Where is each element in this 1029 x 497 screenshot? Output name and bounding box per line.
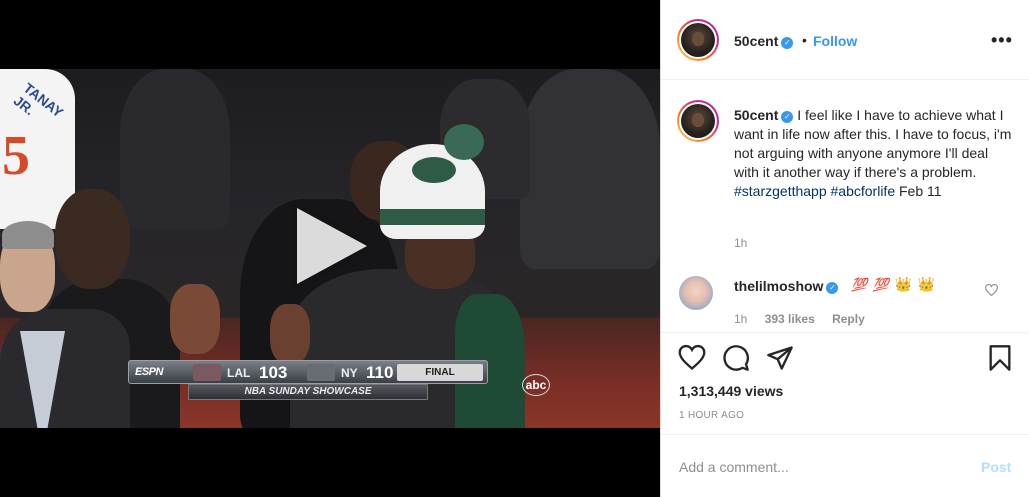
add-comment-bar: Post <box>661 434 1029 497</box>
post-actions: 1,313,449 views 1 HOUR AGO <box>661 333 1029 433</box>
comments-section: 50cent ✓ I feel like I have to achieve wh… <box>661 81 1029 333</box>
scoreboard-bar: ESPN LAL 103 NY 110 FINAL <box>128 360 488 384</box>
more-options-icon[interactable]: ••• <box>991 30 1013 50</box>
post-panel: 50cent ✓ • Follow ••• 50cent ✓ I feel like… <box>660 0 1029 497</box>
post-button[interactable]: Post <box>981 459 1011 475</box>
hundred-emoji: 💯 <box>851 277 869 292</box>
caption: 50cent ✓ I feel like I have to achieve wh… <box>734 106 1014 201</box>
like-comment-heart-icon[interactable] <box>984 283 999 299</box>
hundred-emoji: 💯 <box>872 277 890 292</box>
caption-timestamp[interactable]: 1h <box>734 236 747 250</box>
hashtag-link[interactable]: #abcforlife <box>831 183 896 199</box>
comment-input[interactable] <box>679 457 959 477</box>
official-hair <box>2 221 54 249</box>
team2-logo <box>307 364 335 381</box>
username-link[interactable]: 50cent ✓ <box>734 33 794 51</box>
comment-text: 💯 💯 👑 👑 <box>851 276 936 293</box>
game-status: FINAL <box>397 364 483 381</box>
hand <box>270 304 310 364</box>
avatar[interactable] <box>677 19 719 61</box>
verified-icon: ✓ <box>826 282 839 294</box>
heart-icon[interactable] <box>678 344 706 372</box>
crown-emoji: 👑 <box>917 276 937 292</box>
team1-score: 103 <box>259 363 288 382</box>
username[interactable]: 50cent <box>734 33 778 49</box>
comment-username-link[interactable]: thelilmoshow ✓ <box>734 278 839 296</box>
jersey-number: 5 <box>2 125 30 187</box>
crowd-figure <box>520 69 660 269</box>
post-header: 50cent ✓ • Follow ••• <box>661 0 1029 80</box>
avatar-image <box>681 23 715 57</box>
hashtag-link[interactable]: #starzgetthapp <box>734 183 827 199</box>
post-timestamp[interactable]: 1 HOUR AGO <box>679 410 744 421</box>
share-icon[interactable] <box>766 344 794 372</box>
caption-date: Feb 11 <box>895 183 942 199</box>
comment-username[interactable]: thelilmoshow <box>734 278 823 294</box>
team2-score: 110 <box>366 363 394 382</box>
video-player[interactable]: TANAY JR. 5 ESPN LAL 103 NY 110 FINAL NB… <box>0 0 660 497</box>
comment-likes[interactable]: 393 likes <box>765 312 815 326</box>
verified-icon: ✓ <box>781 37 794 49</box>
comment-icon[interactable] <box>722 344 750 372</box>
comment-avatar[interactable] <box>679 276 713 310</box>
caption-username[interactable]: 50cent <box>734 107 778 123</box>
play-icon[interactable] <box>297 208 367 284</box>
channel-bug: abc <box>522 374 550 396</box>
comment-timestamp[interactable]: 1h <box>734 312 747 326</box>
reply-button[interactable]: Reply <box>832 312 865 326</box>
player-head <box>55 189 130 289</box>
verified-icon: ✓ <box>781 111 794 123</box>
beanie-pom <box>444 124 484 160</box>
team1-logo <box>193 364 221 381</box>
caption-avatar[interactable] <box>677 100 719 142</box>
comment-meta: 1h 393 likes Reply <box>734 312 879 326</box>
view-count[interactable]: 1,313,449 views <box>679 383 783 399</box>
network-logo: ESPN <box>135 366 163 378</box>
beanie-stripe <box>380 209 485 225</box>
follow-button[interactable]: Follow <box>813 33 857 49</box>
separator-dot: • <box>802 32 807 48</box>
hand <box>170 284 220 354</box>
official-suit <box>0 309 130 428</box>
scoreboard: ESPN LAL 103 NY 110 FINAL NBA SUNDAY SHO… <box>128 360 488 400</box>
team2-name: NY <box>341 366 358 380</box>
beanie-logo <box>412 157 456 183</box>
avatar-image <box>681 104 715 138</box>
crown-emoji: 👑 <box>894 276 914 292</box>
team1-name: LAL <box>227 366 251 380</box>
bookmark-icon[interactable] <box>986 344 1014 372</box>
crowd-figure <box>120 69 230 229</box>
show-name: NBA SUNDAY SHOWCASE <box>188 384 428 400</box>
